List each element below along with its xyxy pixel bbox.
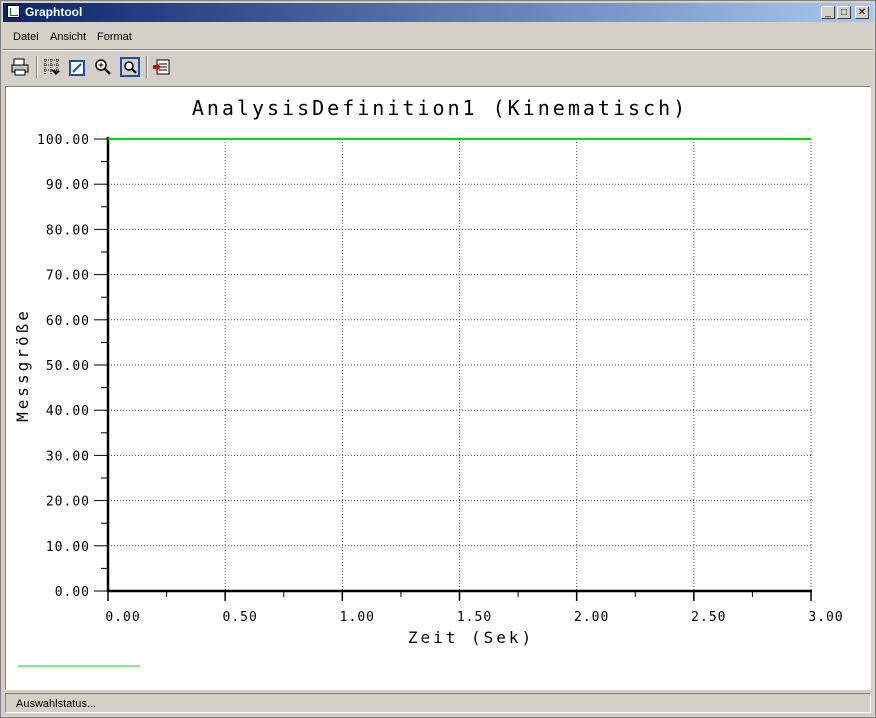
graphtool-window: Graphtool _ □ ✕ Datei Ansicht Format Ana… [0,0,876,718]
y-tick-label: 90.00 [46,178,90,193]
zoom-in-icon[interactable] [92,56,114,78]
printer-icon[interactable] [9,56,31,78]
y-tick-label: 80.00 [46,223,90,238]
menu-separator [3,49,873,51]
menu-ansicht[interactable]: Ansicht [50,31,86,43]
title-bar[interactable]: Graphtool _ □ ✕ [3,3,873,22]
x-tick-label: 1.00 [340,610,375,625]
x-tick-labels: 0.00 0.50 1.00 1.50 2.00 2.50 3.00 [105,610,843,625]
x-axis-label: Zeit (Sek) [408,628,534,647]
close-button[interactable]: ✕ [855,6,869,19]
y-tick-label: 40.00 [46,404,90,419]
chart-title: AnalysisDefinition1 (Kinematisch) [192,96,688,120]
x-tick-label: 2.00 [574,610,609,625]
app-icon [7,5,20,18]
maximize-button[interactable]: □ [837,6,851,19]
menu-format[interactable]: Format [97,31,132,43]
y-tick-label: 0.00 [55,585,90,600]
x-tick-label: 0.50 [223,610,258,625]
y-tick-label: 20.00 [46,495,90,510]
x-tick-label: 2.50 [691,610,726,625]
window-title: Graphtool [25,5,83,19]
toolbar [3,52,873,82]
y-tick-label: 60.00 [46,314,90,329]
graph-area[interactable]: AnalysisDefinition1 (Kinematisch) 0.00 0.… [5,86,871,690]
y-tick-label: 50.00 [46,359,90,374]
export-icon[interactable] [151,56,173,78]
toolbar-separator [146,56,148,78]
grid-icon[interactable] [41,56,63,78]
y-tick-label: 70.00 [46,269,90,284]
status-text: Auswahlstatus... [16,698,97,710]
grid-lines [108,138,812,591]
y-tick-labels: 0.00 10.00 20.00 30.00 40.00 50.00 60.00 70.00 8… [37,133,90,600]
x-tick-label: 0.00 [105,610,140,625]
menu-bar: Datei Ansicht Format [3,26,873,48]
x-tick-label: 3.00 [808,610,843,625]
menu-datei[interactable]: Datei [13,31,39,43]
y-axis-label: Messgröße [13,308,32,422]
y-tick-label: 10.00 [46,540,90,555]
zoom-fit-icon[interactable] [119,56,141,78]
axes [94,137,812,601]
chart: AnalysisDefinition1 (Kinematisch) 0.00 0.… [13,96,843,667]
y-tick-label: 30.00 [46,449,90,464]
status-bar: Auswahlstatus... [5,693,871,713]
minimize-button[interactable]: _ [821,6,835,19]
y-tick-label: 100.00 [37,133,90,148]
x-tick-label: 1.50 [457,610,492,625]
edit-curve-icon[interactable] [66,56,88,78]
toolbar-separator [36,56,38,78]
